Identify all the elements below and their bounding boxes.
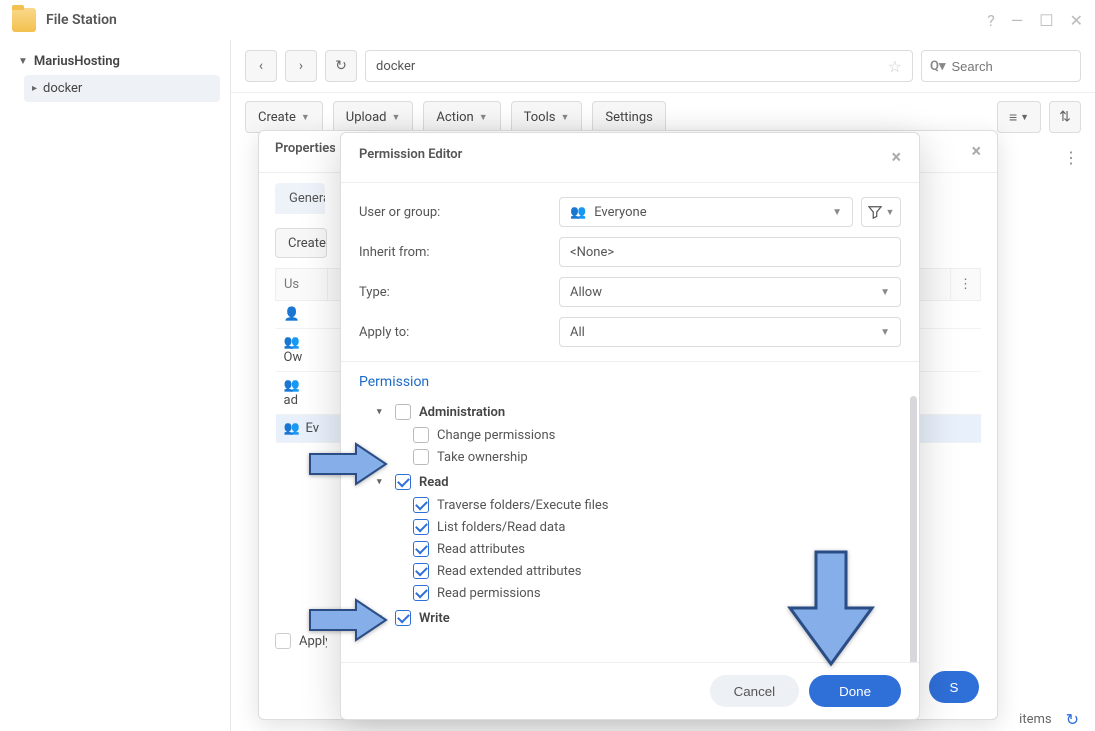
- nav-forward-button[interactable]: ›: [285, 50, 317, 82]
- read-permissions-checkbox[interactable]: [413, 585, 429, 601]
- permission-item[interactable]: Read extended attributes: [377, 560, 901, 582]
- tab-general[interactable]: General: [275, 183, 325, 214]
- chevron-down-icon: ▼: [886, 207, 895, 218]
- minimize-button[interactable]: —: [1011, 11, 1024, 30]
- path-input[interactable]: docker ☆: [365, 50, 913, 82]
- user-or-group-select[interactable]: 👥 Everyone ▼: [559, 197, 853, 227]
- type-label: Type:: [359, 285, 559, 300]
- take-ownership-checkbox[interactable]: [413, 449, 429, 465]
- permission-editor-close-button[interactable]: ×: [891, 147, 901, 168]
- filter-button[interactable]: ▼: [861, 197, 901, 227]
- help-icon[interactable]: ?: [987, 11, 995, 30]
- tree-root-label: MariusHosting: [34, 54, 120, 69]
- permission-tree: ▾ Administration Change permissions Take…: [341, 396, 919, 662]
- caret-right-icon: ▸: [32, 83, 37, 94]
- app-title: File Station: [46, 12, 117, 28]
- type-value: Allow: [570, 285, 602, 300]
- nav-back-button[interactable]: ‹: [245, 50, 277, 82]
- permission-editor-title: Permission Editor: [359, 147, 462, 168]
- status-bar: items ↻: [1019, 710, 1079, 729]
- write-label: Write: [419, 611, 450, 626]
- action-menu-button[interactable]: Action▼: [423, 101, 500, 133]
- tree-item-docker[interactable]: ▸ docker: [24, 75, 220, 102]
- administration-checkbox[interactable]: [395, 404, 411, 420]
- permission-item[interactable]: List folders/Read data: [377, 516, 901, 538]
- tools-menu-button[interactable]: Tools▼: [511, 101, 583, 133]
- properties-title: Properties: [275, 141, 335, 162]
- cancel-button[interactable]: Cancel: [710, 675, 800, 707]
- permission-item[interactable]: Read permissions: [377, 582, 901, 604]
- save-button[interactable]: S: [929, 671, 979, 703]
- view-list-button[interactable]: ≡ ▼: [997, 101, 1041, 133]
- read-attributes-checkbox[interactable]: [413, 541, 429, 557]
- create-button[interactable]: Create: [275, 228, 327, 258]
- more-menu-icon[interactable]: ⋮: [1063, 148, 1079, 167]
- apply-checkbox[interactable]: [275, 633, 291, 649]
- search-icon: Q▾: [930, 59, 946, 74]
- reload-button[interactable]: ↻: [325, 50, 357, 82]
- column-more[interactable]: ⋮: [950, 269, 980, 301]
- inherit-from-value: <None>: [570, 245, 614, 260]
- done-button[interactable]: Done: [809, 675, 901, 707]
- chevron-down-icon: ▼: [832, 207, 842, 218]
- close-button[interactable]: ✕: [1070, 11, 1083, 30]
- permission-item[interactable]: Change permissions: [377, 424, 901, 446]
- maximize-button[interactable]: ☐: [1039, 11, 1053, 30]
- collapse-icon[interactable]: ▾: [377, 407, 387, 417]
- type-select[interactable]: Allow ▼: [559, 277, 901, 307]
- caret-down-icon: ▼: [18, 56, 28, 67]
- group-icon: 👥: [284, 378, 300, 393]
- scrollbar[interactable]: [910, 396, 917, 662]
- items-count: items: [1019, 712, 1051, 727]
- chevron-down-icon: ▼: [880, 327, 890, 338]
- permission-editor-dialog: Permission Editor × User or group: 👥 Eve…: [340, 132, 920, 720]
- user-or-group-value: Everyone: [594, 205, 646, 220]
- apply-label: Apply: [299, 634, 327, 649]
- title-bar: File Station ? — ☐ ✕: [0, 0, 1095, 40]
- write-checkbox[interactable]: [395, 610, 411, 626]
- collapse-icon[interactable]: ▾: [377, 613, 387, 623]
- search-input[interactable]: [952, 59, 1073, 74]
- search-box[interactable]: Q▾: [921, 50, 1081, 82]
- list-folders-checkbox[interactable]: [413, 519, 429, 535]
- chevron-down-icon: ▼: [880, 287, 890, 298]
- folder-icon: [12, 8, 36, 32]
- group-icon: 👥: [284, 421, 300, 436]
- apply-to-value: All: [570, 325, 585, 340]
- column-user[interactable]: Us: [276, 269, 328, 301]
- change-permissions-checkbox[interactable]: [413, 427, 429, 443]
- sidebar: ▼ MariusHosting ▸ docker: [0, 40, 231, 731]
- refresh-icon[interactable]: ↻: [1066, 710, 1079, 729]
- permission-item[interactable]: Traverse folders/Execute files: [377, 494, 901, 516]
- group-icon: 👥: [284, 335, 300, 350]
- create-menu-button[interactable]: Create▼: [245, 101, 323, 133]
- administration-label: Administration: [419, 405, 505, 420]
- inherit-from-field[interactable]: <None>: [559, 237, 901, 267]
- traverse-folders-checkbox[interactable]: [413, 497, 429, 513]
- apply-to-label: Apply to:: [359, 325, 559, 340]
- upload-menu-button[interactable]: Upload▼: [333, 101, 414, 133]
- apply-to-select[interactable]: All ▼: [559, 317, 901, 347]
- star-icon[interactable]: ☆: [888, 57, 902, 76]
- properties-close-button[interactable]: ×: [971, 141, 981, 162]
- permission-item[interactable]: Read attributes: [377, 538, 901, 560]
- read-extended-attributes-checkbox[interactable]: [413, 563, 429, 579]
- path-text: docker: [376, 59, 415, 74]
- user-or-group-label: User or group:: [359, 205, 559, 220]
- permission-item[interactable]: Take ownership: [377, 446, 901, 468]
- funnel-icon: [868, 205, 882, 219]
- settings-button[interactable]: Settings: [592, 101, 665, 133]
- read-label: Read: [419, 475, 449, 490]
- permission-section-title: Permission: [341, 362, 919, 396]
- user-icon: 👤: [284, 307, 300, 322]
- tree-root[interactable]: ▼ MariusHosting: [10, 48, 220, 75]
- sort-button[interactable]: ⇅: [1049, 101, 1081, 133]
- group-icon: 👥: [570, 205, 586, 220]
- inherit-from-label: Inherit from:: [359, 245, 559, 260]
- tree-item-label: docker: [43, 81, 82, 96]
- read-checkbox[interactable]: [395, 474, 411, 490]
- collapse-icon[interactable]: ▾: [377, 477, 387, 487]
